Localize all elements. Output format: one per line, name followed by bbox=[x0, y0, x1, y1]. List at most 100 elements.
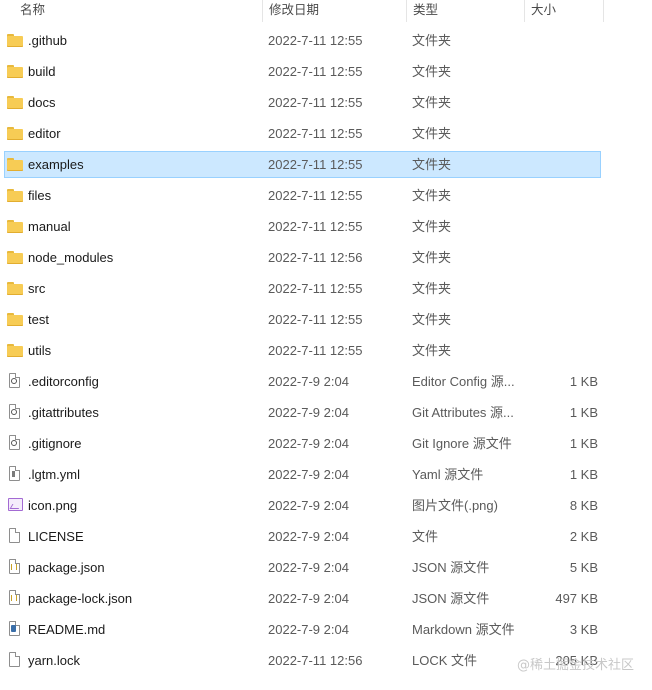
folder-icon bbox=[7, 156, 24, 173]
folder-icon bbox=[7, 125, 24, 142]
config-file-icon bbox=[7, 435, 24, 452]
file-row[interactable]: docs 2022-7-11 12:55 文件夹 bbox=[0, 89, 652, 120]
file-name: yarn.lock bbox=[28, 653, 81, 668]
file-size: 5 KB bbox=[569, 560, 598, 575]
file-size: 1 KB bbox=[569, 436, 598, 451]
yaml-file-icon bbox=[7, 466, 24, 483]
watermark: @稀土掘金技术社区 bbox=[516, 658, 634, 673]
file-name: editor bbox=[28, 126, 61, 141]
file-size bbox=[520, 306, 598, 333]
file-row[interactable]: utils 2022-7-11 12:55 文件夹 bbox=[0, 337, 652, 368]
file-type: JSON 源文件 bbox=[412, 560, 490, 575]
file-type: 文件夹 bbox=[412, 219, 452, 234]
json-file-icon bbox=[7, 559, 24, 576]
file-modified-date: 2022-7-11 12:55 bbox=[268, 312, 363, 327]
file-size bbox=[520, 120, 598, 147]
file-row[interactable]: src 2022-7-11 12:55 文件夹 bbox=[0, 275, 652, 306]
json-file-icon bbox=[7, 590, 24, 607]
file-modified-date: 2022-7-11 12:55 bbox=[268, 343, 363, 358]
file-row[interactable]: .gitattributes 2022-7-9 2:04 Git Attribute… bbox=[0, 399, 652, 430]
file-size bbox=[520, 213, 598, 240]
file-name: manual bbox=[28, 219, 71, 234]
folder-icon bbox=[7, 218, 24, 235]
file-name: package-lock.json bbox=[28, 591, 133, 606]
file-modified-date: 2022-7-11 12:55 bbox=[268, 126, 363, 141]
file-type: 文件夹 bbox=[412, 157, 452, 172]
file-row[interactable]: .github 2022-7-11 12:55 文件夹 bbox=[0, 27, 652, 58]
config-file-icon bbox=[7, 404, 24, 421]
file-type: 文件夹 bbox=[412, 281, 452, 296]
file-size bbox=[520, 27, 598, 54]
file-size bbox=[520, 275, 598, 302]
file-row[interactable]: icon.png 2022-7-9 2:04 图片文件(.png) 8 KB bbox=[0, 492, 652, 523]
column-header-name[interactable]: 名称 bbox=[14, 0, 262, 22]
file-modified-date: 2022-7-9 2:04 bbox=[268, 405, 349, 420]
file-size bbox=[520, 89, 598, 116]
file-name: files bbox=[28, 188, 52, 203]
file-modified-date: 2022-7-9 2:04 bbox=[268, 529, 349, 544]
folder-icon bbox=[7, 63, 24, 80]
file-size: 8 KB bbox=[569, 498, 598, 513]
file-size: 1 KB bbox=[569, 374, 598, 389]
file-row[interactable]: package-lock.json 2022-7-9 2:04 JSON 源文件 49… bbox=[0, 585, 652, 616]
file-modified-date: 2022-7-11 12:55 bbox=[268, 281, 363, 296]
file-type: 文件 bbox=[412, 529, 439, 544]
file-modified-date: 2022-7-11 12:55 bbox=[268, 219, 363, 234]
file-modified-date: 2022-7-11 12:55 bbox=[268, 95, 363, 110]
file-size bbox=[520, 244, 598, 271]
file-row[interactable]: files 2022-7-11 12:55 文件夹 bbox=[0, 182, 652, 213]
file-size: 497 KB bbox=[555, 591, 598, 606]
file-row[interactable]: .editorconfig 2022-7-9 2:04 Editor Config … bbox=[0, 368, 652, 399]
file-row[interactable]: node_modules 2022-7-11 12:56 文件夹 bbox=[0, 244, 652, 275]
file-row[interactable]: .gitignore 2022-7-9 2:04 Git Ignore 源文件 1 K… bbox=[0, 430, 652, 461]
file-modified-date: 2022-7-9 2:04 bbox=[268, 467, 349, 482]
file-row[interactable]: .lgtm.yml 2022-7-9 2:04 Yaml 源文件 1 KB bbox=[0, 461, 652, 492]
file-size bbox=[520, 151, 598, 178]
file-type: 文件夹 bbox=[412, 126, 452, 141]
file-size bbox=[520, 58, 598, 85]
file-type: 文件夹 bbox=[412, 64, 452, 79]
file-row[interactable]: build 2022-7-11 12:55 文件夹 bbox=[0, 58, 652, 89]
file-size: 3 KB bbox=[569, 622, 598, 637]
file-size: 2 KB bbox=[569, 529, 598, 544]
file-size: 1 KB bbox=[569, 405, 598, 420]
file-modified-date: 2022-7-9 2:04 bbox=[268, 498, 349, 513]
file-row[interactable]: LICENSE 2022-7-9 2:04 文件 2 KB bbox=[0, 523, 652, 554]
file-modified-date: 2022-7-11 12:55 bbox=[268, 188, 363, 203]
file-type: LOCK 文件 bbox=[412, 653, 478, 668]
blank-file-icon bbox=[7, 652, 24, 669]
folder-icon bbox=[7, 32, 24, 49]
file-row[interactable]: package.json 2022-7-9 2:04 JSON 源文件 5 KB bbox=[0, 554, 652, 585]
file-name: .gitattributes bbox=[28, 405, 99, 420]
file-type: 文件夹 bbox=[412, 312, 452, 327]
folder-icon bbox=[7, 94, 24, 111]
column-header-size[interactable]: 大小 bbox=[524, 0, 604, 22]
folder-icon bbox=[7, 311, 24, 328]
file-name: .editorconfig bbox=[28, 374, 99, 389]
folder-icon bbox=[7, 187, 24, 204]
file-row[interactable]: editor 2022-7-11 12:55 文件夹 bbox=[0, 120, 652, 151]
file-name: .lgtm.yml bbox=[28, 467, 80, 482]
file-modified-date: 2022-7-11 12:55 bbox=[268, 64, 363, 79]
file-name: .github bbox=[28, 33, 68, 48]
file-modified-date: 2022-7-9 2:04 bbox=[268, 436, 349, 451]
file-modified-date: 2022-7-9 2:04 bbox=[268, 591, 349, 606]
file-name: examples bbox=[28, 157, 84, 172]
file-type: Yaml 源文件 bbox=[412, 467, 484, 482]
column-header-type[interactable]: 类型 bbox=[406, 0, 524, 22]
file-modified-date: 2022-7-9 2:04 bbox=[268, 560, 349, 575]
file-row[interactable]: README.md 2022-7-9 2:04 Markdown 源文件 3 KB bbox=[0, 616, 652, 647]
file-row[interactable]: examples 2022-7-11 12:55 文件夹 bbox=[0, 151, 652, 182]
column-header-date[interactable]: 修改日期 bbox=[262, 0, 406, 22]
file-modified-date: 2022-7-9 2:04 bbox=[268, 374, 349, 389]
file-modified-date: 2022-7-11 12:55 bbox=[268, 157, 363, 172]
file-row[interactable]: test 2022-7-11 12:55 文件夹 bbox=[0, 306, 652, 337]
file-type: 图片文件(.png) bbox=[412, 498, 498, 513]
file-name: test bbox=[28, 312, 49, 327]
file-modified-date: 2022-7-9 2:04 bbox=[268, 622, 349, 637]
file-type: Markdown 源文件 bbox=[412, 622, 515, 637]
file-modified-date: 2022-7-11 12:55 bbox=[268, 33, 363, 48]
file-row[interactable]: manual 2022-7-11 12:55 文件夹 bbox=[0, 213, 652, 244]
file-size: 1 KB bbox=[569, 467, 598, 482]
file-name: LICENSE bbox=[28, 529, 84, 544]
